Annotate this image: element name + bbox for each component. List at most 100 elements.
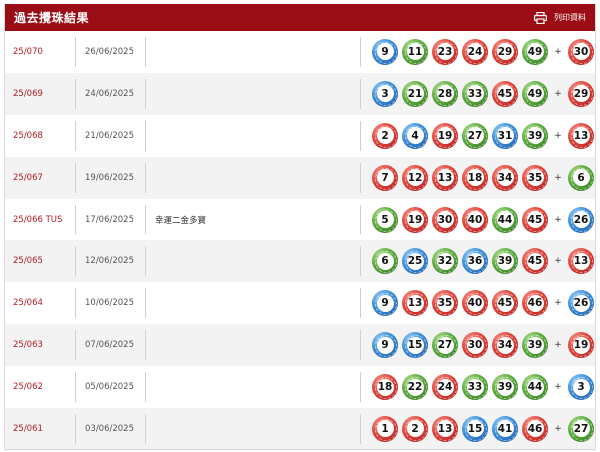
ball-number: 26 bbox=[572, 294, 590, 312]
number-ball: 45 bbox=[522, 248, 548, 275]
ball-number: 18 bbox=[466, 169, 484, 187]
ball-number: 40 bbox=[466, 211, 484, 228]
column-divider bbox=[360, 204, 361, 235]
column-divider bbox=[360, 288, 361, 319]
ball-number: 35 bbox=[526, 169, 544, 187]
column-divider bbox=[75, 288, 76, 319]
draw-number-link[interactable]: 25/065 bbox=[13, 256, 43, 266]
number-ball: 22 bbox=[402, 374, 428, 401]
draw-number-link[interactable]: 25/064 bbox=[13, 298, 43, 308]
number-ball: 29 bbox=[492, 38, 518, 65]
number-ball: 45 bbox=[522, 206, 548, 233]
ball-number: 30 bbox=[436, 211, 454, 228]
ball-number: 26 bbox=[572, 211, 590, 228]
number-ball: 36 bbox=[462, 248, 488, 275]
draw-number-link[interactable]: 25/067 bbox=[13, 173, 43, 183]
number-ball: 40 bbox=[462, 206, 488, 233]
ball-number: 9 bbox=[376, 336, 394, 354]
number-ball: 33 bbox=[462, 374, 488, 401]
column-divider bbox=[75, 120, 76, 151]
draw-number-link[interactable]: 25/068 bbox=[13, 131, 43, 141]
ball-number: 3 bbox=[376, 85, 394, 103]
ball-number: 27 bbox=[572, 420, 590, 438]
column-divider bbox=[145, 330, 146, 361]
ball-number: 19 bbox=[436, 127, 454, 145]
number-ball: 46 bbox=[522, 290, 548, 317]
number-ball: 45 bbox=[492, 290, 518, 317]
ball-number: 34 bbox=[496, 169, 514, 187]
table-row: 25/063 07/06/2025 9 15 27 30 34 39 +19 bbox=[5, 324, 595, 367]
number-ball: 41 bbox=[492, 415, 518, 442]
winning-numbers: 9 15 27 30 34 39 +19 bbox=[372, 324, 595, 366]
extra-number-ball: 6 bbox=[568, 164, 594, 191]
number-ball: 28 bbox=[432, 80, 458, 107]
draw-number-link[interactable]: 25/070 bbox=[13, 47, 43, 57]
draw-number-link[interactable]: 25/066 TUS bbox=[13, 215, 62, 225]
ball-number: 28 bbox=[436, 85, 454, 103]
winning-numbers: 1 2 13 15 41 46 +27 bbox=[372, 408, 595, 449]
plus-sign: + bbox=[554, 46, 562, 57]
ball-number: 13 bbox=[436, 420, 454, 438]
extra-number-ball: 26 bbox=[568, 206, 594, 233]
ball-number: 13 bbox=[436, 169, 454, 187]
plus-sign: + bbox=[554, 130, 562, 141]
column-divider bbox=[75, 204, 76, 235]
table-row: 25/065 12/06/2025 6 25 32 36 39 45 +13 bbox=[5, 240, 595, 283]
number-ball: 9 bbox=[372, 290, 398, 317]
column-divider bbox=[360, 330, 361, 361]
winning-numbers: 2 4 19 27 31 39 +13 bbox=[372, 115, 595, 157]
number-ball: 39 bbox=[492, 248, 518, 275]
draw-number-link[interactable]: 25/062 bbox=[13, 382, 43, 392]
number-ball: 27 bbox=[462, 122, 488, 149]
ball-number: 4 bbox=[406, 127, 424, 145]
ball-number: 45 bbox=[526, 252, 544, 270]
column-divider bbox=[75, 78, 76, 109]
column-divider bbox=[75, 246, 76, 277]
number-ball: 24 bbox=[462, 38, 488, 65]
column-divider bbox=[145, 37, 146, 67]
number-ball: 2 bbox=[372, 122, 398, 149]
ball-number: 39 bbox=[496, 378, 514, 396]
ball-number: 35 bbox=[436, 294, 454, 312]
number-ball: 39 bbox=[492, 374, 518, 401]
number-ball: 13 bbox=[432, 415, 458, 442]
draw-date: 07/06/2025 bbox=[85, 340, 134, 351]
ball-number: 18 bbox=[376, 378, 394, 396]
column-divider bbox=[145, 162, 146, 193]
ball-number: 24 bbox=[466, 43, 484, 61]
number-ball: 9 bbox=[372, 332, 398, 359]
draw-date: 19/06/2025 bbox=[85, 172, 134, 183]
ball-number: 3 bbox=[572, 378, 590, 396]
draw-number-link[interactable]: 25/063 bbox=[13, 340, 43, 350]
winning-numbers: 9 11 23 24 29 49 +30 bbox=[372, 31, 595, 73]
number-ball: 35 bbox=[522, 164, 548, 191]
number-ball: 9 bbox=[372, 38, 398, 65]
column-divider bbox=[360, 162, 361, 193]
ball-number: 25 bbox=[406, 252, 424, 270]
number-ball: 33 bbox=[462, 80, 488, 107]
results-list: 25/070 26/06/2025 9 11 23 24 29 49 +30 25/069 24/0… bbox=[5, 31, 595, 449]
column-divider bbox=[75, 372, 76, 403]
plus-sign: + bbox=[554, 382, 562, 393]
ball-number: 24 bbox=[436, 378, 454, 396]
column-divider bbox=[145, 78, 146, 109]
print-button[interactable]: 列印資料 bbox=[534, 11, 586, 24]
number-ball: 3 bbox=[372, 80, 398, 107]
table-row: 25/069 24/06/2025 3 21 28 33 45 49 +29 bbox=[5, 72, 595, 115]
table-row: 25/064 10/06/2025 9 13 35 40 45 46 +26 bbox=[5, 282, 595, 324]
draw-number-link[interactable]: 25/061 bbox=[13, 424, 43, 434]
column-divider bbox=[145, 246, 146, 277]
ball-number: 33 bbox=[466, 378, 484, 396]
table-row: 25/066 TUS 17/06/2025 幸運二金多寶 5 19 30 40 44 45 +26 bbox=[5, 199, 595, 241]
number-ball: 13 bbox=[432, 164, 458, 191]
ball-number: 9 bbox=[376, 294, 394, 312]
number-ball: 21 bbox=[402, 80, 428, 107]
extra-number-ball: 3 bbox=[568, 374, 594, 401]
number-ball: 40 bbox=[462, 290, 488, 317]
number-ball: 49 bbox=[522, 38, 548, 65]
number-ball: 18 bbox=[462, 164, 488, 191]
extra-number-ball: 13 bbox=[568, 248, 594, 275]
ball-number: 34 bbox=[496, 336, 514, 354]
draw-number-link[interactable]: 25/069 bbox=[13, 89, 43, 99]
number-ball: 7 bbox=[372, 164, 398, 191]
